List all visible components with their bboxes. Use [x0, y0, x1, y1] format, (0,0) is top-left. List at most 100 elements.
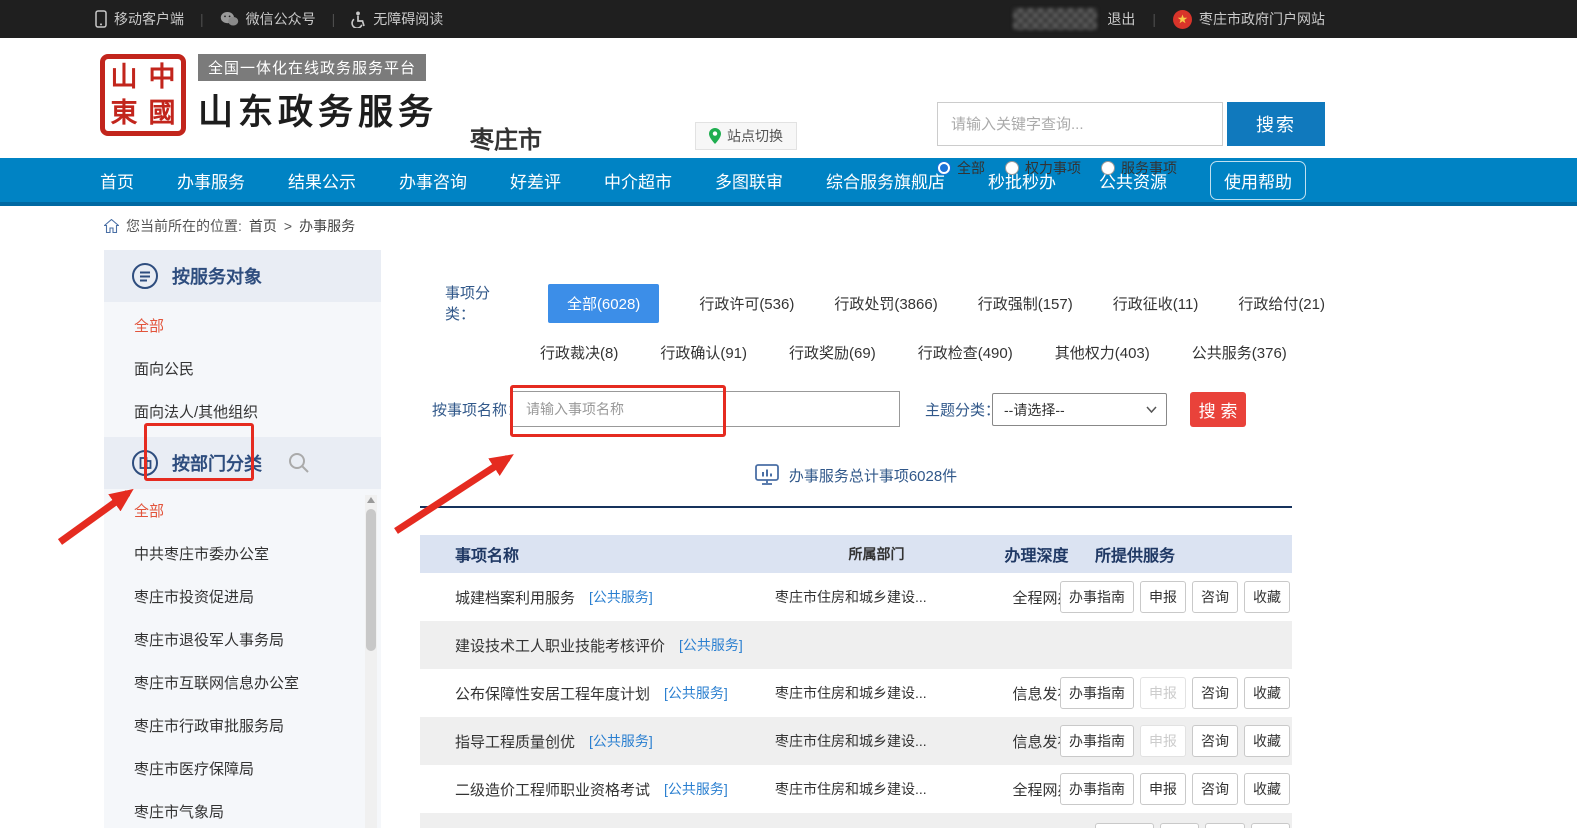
action-button[interactable] [1251, 823, 1290, 828]
total-items-text: 办事服务总计事项6028件 [789, 465, 957, 486]
sidebar-item[interactable]: 面向公民 [104, 347, 381, 390]
category-chip[interactable]: 行政奖励(69) [789, 342, 876, 363]
item-name-input[interactable] [512, 391, 900, 427]
radio-icon [937, 161, 951, 175]
scrollbar-thumb[interactable] [366, 509, 376, 651]
breadcrumb-home-link[interactable]: 首页 [249, 216, 277, 236]
nav-item[interactable]: 使用帮助 [1210, 161, 1306, 200]
item-name-link[interactable]: 城建档案利用服务 [455, 587, 575, 608]
sidebar-item[interactable]: 全部 [104, 304, 381, 347]
scope-radio[interactable]: 权力事项 [1005, 158, 1081, 178]
nav-item-label: 结果公示 [288, 173, 356, 192]
site-logo[interactable]: 山 中 東 國 全国一体化在线政务服务平台 山东政务服务 [100, 54, 438, 136]
action-button[interactable]: 申报 [1140, 581, 1186, 613]
mobile-client-link[interactable]: 移动客户端 [95, 9, 184, 29]
table-header: 事项名称 所属部门 办理深度 所提供服务 [420, 535, 1292, 573]
seal-char: 中 [149, 64, 176, 91]
logout-link[interactable]: 退出 [1107, 9, 1135, 29]
category-chip[interactable]: 其他权力(403) [1055, 342, 1150, 363]
action-button[interactable]: 办事指南 [1060, 677, 1134, 709]
action-button[interactable]: 咨询 [1192, 581, 1238, 613]
nav-item[interactable]: 结果公示 [288, 168, 356, 193]
main-navbar: 首页办事服务结果公示办事咨询好差评中介超市多图联审综合服务旗舰店秒批秒办公共资源… [0, 158, 1577, 206]
wechat-link[interactable]: 微信公众号 [220, 9, 316, 29]
item-name-link[interactable]: 公布保障性安居工程年度计划 [455, 683, 650, 704]
category-chip[interactable]: 行政确认(91) [660, 342, 747, 363]
sidebar-item[interactable]: 枣庄市行政审批服务局 [104, 704, 381, 747]
category-chip[interactable]: 行政裁决(8) [540, 342, 618, 363]
category-chip[interactable]: 行政检查(490) [918, 342, 1013, 363]
site-switch-label: 站点切换 [727, 126, 783, 146]
item-name-link[interactable]: 指导工程质量创优 [455, 731, 575, 752]
service-tag-link[interactable]: [公共服务] [664, 779, 728, 799]
keyword-search-input[interactable] [937, 102, 1223, 146]
category-chip[interactable]: 全部(6028) [548, 284, 659, 323]
action-button[interactable]: 咨询 [1192, 773, 1238, 805]
action-button[interactable]: 申报 [1140, 773, 1186, 805]
category-chip[interactable]: 行政强制(157) [978, 293, 1073, 314]
category-chip[interactable]: 行政征收(11) [1113, 293, 1199, 314]
sidebar-item[interactable]: 枣庄市气象局 [104, 790, 381, 828]
action-button[interactable]: 收藏 [1244, 773, 1290, 805]
sidebar-item[interactable]: 枣庄市退役军人事务局 [104, 618, 381, 661]
action-button[interactable]: 办事指南 [1060, 725, 1134, 757]
action-button[interactable]: 收藏 [1244, 581, 1290, 613]
action-button[interactable]: 申报 [1140, 677, 1186, 709]
by-department-header[interactable]: 按部门分类 [104, 437, 381, 489]
action-button[interactable]: 收藏 [1244, 725, 1290, 757]
action-button[interactable]: 办事指南 [1060, 581, 1134, 613]
site-switch-button[interactable]: 站点切换 [695, 122, 797, 150]
service-tag-link[interactable]: [公共服务] [589, 731, 653, 751]
by-service-object-header[interactable]: 按服务对象 [104, 250, 381, 302]
category-row-1: 事项分类： 全部(6028)行政许可(536)行政处罚(3866)行政强制(15… [445, 282, 1325, 324]
sidebar-item[interactable]: 枣庄市投资促进局 [104, 575, 381, 618]
gov-portal-link[interactable]: 枣庄市政府门户网站 [1173, 9, 1325, 29]
nav-item[interactable]: 首页 [100, 168, 134, 193]
action-button[interactable]: 咨询 [1192, 725, 1238, 757]
category-chip[interactable]: 公共服务(376) [1192, 342, 1287, 363]
action-button[interactable]: 咨询 [1192, 677, 1238, 709]
location-pin-icon [709, 128, 721, 144]
nav-item[interactable]: 办事服务 [177, 168, 245, 193]
service-tag-link[interactable]: [公共服务] [589, 587, 653, 607]
topic-select[interactable]: --请选择-- [992, 393, 1167, 426]
nav-item[interactable]: 综合服务旗舰店 [826, 168, 945, 193]
site-header: 山 中 東 國 全国一体化在线政务服务平台 山东政务服务 枣庄市 站点切换 搜索… [0, 38, 1577, 158]
item-name-link[interactable]: 建设技术工人职业技能考核评价 [455, 635, 665, 656]
keyword-search-button[interactable]: 搜索 [1227, 102, 1325, 146]
action-button[interactable]: 办事指南 [1060, 773, 1134, 805]
nav-item[interactable]: 好差评 [510, 168, 561, 193]
action-button[interactable]: 申报 [1140, 725, 1186, 757]
item-name-link[interactable]: 二级造价工程师职业资格考试 [455, 779, 650, 800]
category-chip[interactable]: 行政给付(21) [1238, 293, 1325, 314]
service-tag-link[interactable]: [公共服务] [679, 635, 743, 655]
sidebar-item-label: 面向法人/其他组织 [134, 404, 258, 421]
sidebar-item[interactable]: 枣庄市医疗保障局 [104, 747, 381, 790]
national-emblem-icon [1173, 10, 1192, 29]
action-button[interactable] [1160, 823, 1199, 828]
nav-item[interactable]: 办事咨询 [399, 168, 467, 193]
sidebar-item[interactable]: 全部 [104, 489, 381, 532]
category-chip[interactable]: 行政处罚(3866) [834, 293, 937, 314]
service-tag-link[interactable]: [公共服务] [664, 683, 728, 703]
accessibility-link[interactable]: 无障碍阅读 [351, 9, 443, 29]
action-button[interactable]: 收藏 [1244, 677, 1290, 709]
department-search-icon[interactable] [287, 451, 311, 475]
category-chip[interactable]: 行政许可(536) [699, 293, 794, 314]
top-utility-bar: 移动客户端 | 微信公众号 | 无障碍阅读 退出 | 枣庄市政府门户网站 [0, 0, 1577, 38]
scope-radio[interactable]: 服务事项 [1101, 158, 1177, 178]
item-department: 枣庄市住房和城乡建设... [775, 779, 990, 799]
action-button[interactable] [1095, 823, 1154, 828]
item-department: 枣庄市住房和城乡建设... [775, 683, 990, 703]
by-service-object-title: 按服务对象 [172, 263, 262, 289]
nav-item[interactable]: 多图联审 [715, 168, 783, 193]
department-scrollbar[interactable] [365, 495, 377, 828]
sidebar-item[interactable]: 中共枣庄市委办公室 [104, 532, 381, 575]
scroll-up-arrow-icon[interactable] [367, 497, 375, 503]
sidebar-item[interactable]: 枣庄市互联网信息办公室 [104, 661, 381, 704]
item-search-button[interactable]: 搜 索 [1190, 392, 1246, 427]
scope-radio[interactable]: 全部 [937, 158, 985, 178]
action-button[interactable] [1205, 823, 1244, 828]
nav-item[interactable]: 中介超市 [604, 168, 672, 193]
sidebar-item[interactable]: 面向法人/其他组织 [104, 390, 381, 433]
